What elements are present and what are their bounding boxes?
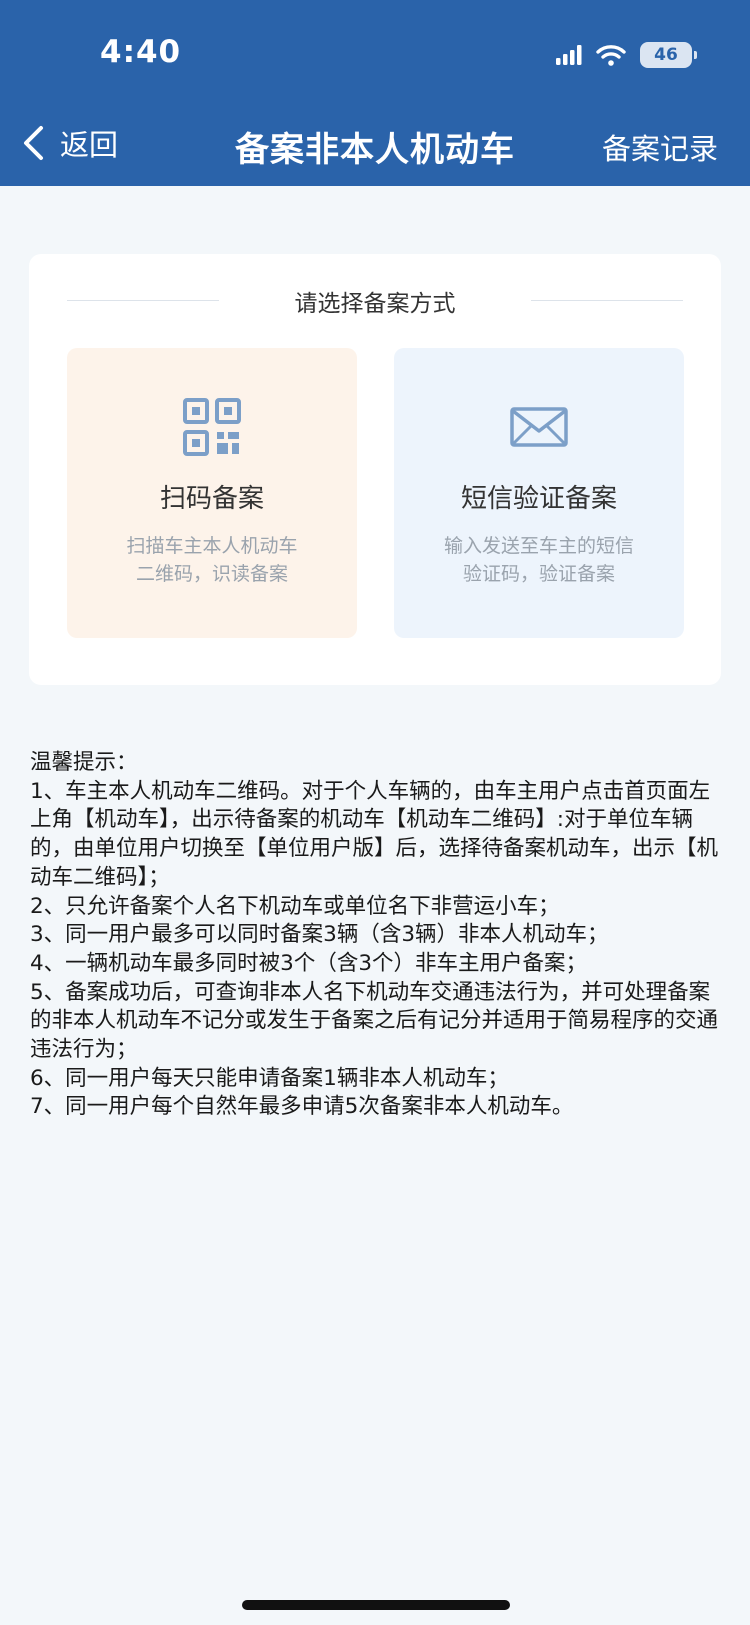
status-icons: 46 xyxy=(556,40,697,70)
tips-item: 3、同一用户最多可以同时备案3辆（含3辆）非本人机动车； xyxy=(30,922,609,948)
tips-title: 温馨提示： xyxy=(30,750,138,775)
tips-item: 5、备案成功后，可查询非本人名下机动车交通违法行为，并可处理备案的非本人机动车不… xyxy=(30,979,719,1063)
sms-option-desc-line: 验证码，验证备案 xyxy=(462,563,615,585)
qr-code-icon xyxy=(67,398,357,456)
sms-option-title: 短信验证备案 xyxy=(460,484,617,514)
nav-bar: 返回 备案非本人机动车 备案记录 xyxy=(0,100,750,186)
wifi-icon xyxy=(596,44,626,66)
tips-item: 4、一辆机动车最多同时被3个（含3个）非车主用户备案； xyxy=(30,950,588,976)
home-indicator[interactable] xyxy=(242,1600,510,1610)
envelope-icon xyxy=(394,398,684,447)
sms-option[interactable]: 短信验证备案 输入发送至车主的短信 验证码，验证备案 xyxy=(394,348,684,638)
tips-item: 6、同一用户每天只能申请备案1辆非本人机动车； xyxy=(30,1065,509,1091)
divider xyxy=(531,300,683,301)
scan-option-desc-line: 二维码，识读备案 xyxy=(135,563,288,585)
tips-section: 温馨提示： 1、车主本人机动车二维码。对于个人车辆的，由车主用户点击首页面左上角… xyxy=(30,749,730,1122)
signal-icon xyxy=(556,45,582,65)
records-button[interactable]: 备案记录 xyxy=(602,126,718,168)
status-time: 4:40 xyxy=(100,34,182,70)
method-card: 请选择备案方式 扫码备案 扫描车主本人机动车 二维码，识读备案 短信验证备案 输… xyxy=(29,254,721,685)
sms-option-desc: 输入发送至车主的短信 验证码，验证备案 xyxy=(414,532,664,588)
tips-item: 7、同一用户每个自然年最多申请5次备案非本人机动车。 xyxy=(30,1094,574,1120)
tips-item: 2、只允许备案个人名下机动车或单位名下非营运小车； xyxy=(30,893,560,919)
sms-option-desc-line: 输入发送至车主的短信 xyxy=(443,535,634,557)
scan-option-title: 扫码备案 xyxy=(159,484,264,514)
scan-option-desc-line: 扫描车主本人机动车 xyxy=(126,535,298,557)
scan-option[interactable]: 扫码备案 扫描车主本人机动车 二维码，识读备案 xyxy=(67,348,357,638)
scan-option-desc: 扫描车主本人机动车 二维码，识读备案 xyxy=(87,532,337,588)
app-header: 4:40 46 返回 备案非本人机动车 备案记录 xyxy=(0,0,750,186)
battery-tip xyxy=(694,51,697,59)
status-bar: 4:40 46 xyxy=(0,0,750,100)
card-title: 请选择备案方式 xyxy=(294,291,456,317)
tips-item: 1、车主本人机动车二维码。对于个人车辆的，由车主用户点击首页面左上角【机动车】，… xyxy=(30,778,719,890)
battery-icon: 46 xyxy=(640,42,697,68)
battery-level: 46 xyxy=(654,45,678,65)
